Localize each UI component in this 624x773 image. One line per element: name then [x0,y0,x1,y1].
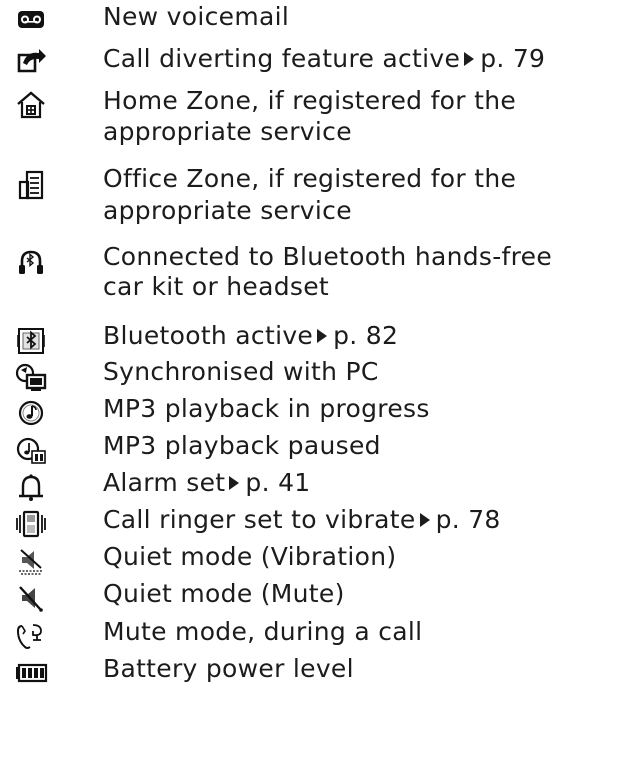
battery-icon [14,658,48,688]
item-label: Bluetooth active [103,321,314,350]
page-reference[interactable]: p. 41 [245,468,310,497]
item-label: MP3 playback in progress [103,394,430,423]
mute-call-icon [14,621,48,651]
item-label: Call ringer set to vibrate [103,505,416,534]
item-label-line: Alarm set p. 41 [103,467,311,498]
item-label: Quiet mode (Vibration) [103,542,397,571]
quiet-mute-icon [14,583,48,613]
item-label-continued: appropriate service [103,117,352,146]
item-label-continued: appropriate service [103,196,352,225]
quiet-vibration-icon [14,546,48,576]
pc-sync-icon [14,362,48,392]
item-label: Quiet mode (Mute) [103,579,345,608]
bluetooth-active-icon [14,326,48,356]
item-label: Mute mode, during a call [103,617,423,646]
item-label-line: Bluetooth active p. 82 [103,320,398,351]
page-pointer-icon [317,329,328,343]
page-reference[interactable]: p. 82 [333,321,398,350]
item-label: New voicemail [103,2,290,31]
page-pointer-icon [419,513,430,527]
mp3-paused-icon [14,435,48,465]
call-divert-icon [14,46,48,76]
item-label-continued: car kit or headset [103,272,330,301]
item-label-line: Call diverting feature active p. 79 [103,43,545,74]
item-label: Battery power level [103,654,354,683]
item-label: Office Zone, if registered for the [103,164,517,193]
status-icon-list: New voicemail Call diverting feature act… [0,0,624,773]
vibrate-icon [14,509,48,539]
alarm-bell-icon [14,472,48,502]
item-label: Connected to Bluetooth hands-free [103,242,553,271]
bluetooth-headset-icon [14,247,48,277]
item-label: Home Zone, if registered for the [103,86,517,115]
item-label: Alarm set [103,468,226,497]
office-zone-icon [14,170,48,200]
item-label-line: Call ringer set to vibrate p. 78 [103,504,501,535]
item-label: Synchronised with PC [103,357,379,386]
page-reference[interactable]: p. 78 [436,505,501,534]
voicemail-icon [14,4,48,34]
item-label: Call diverting feature active [103,44,461,73]
page-pointer-icon [229,476,240,490]
home-zone-icon [14,90,48,120]
page-pointer-icon [464,52,475,66]
item-label: MP3 playback paused [103,431,381,460]
mp3-play-icon [14,398,48,428]
page-reference[interactable]: p. 79 [480,44,545,73]
